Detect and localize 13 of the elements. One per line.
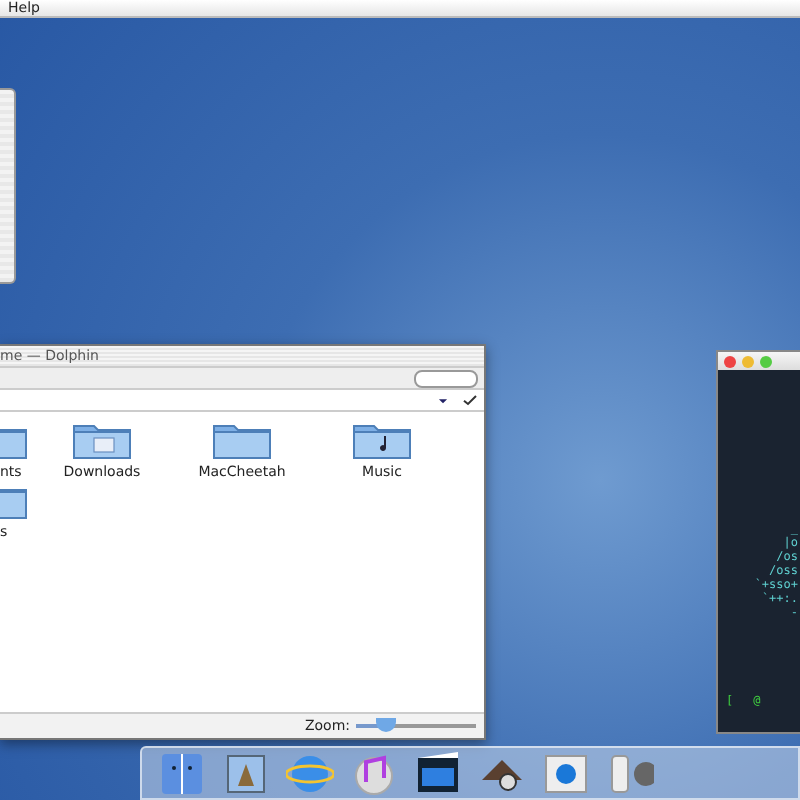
face-icon[interactable]: [158, 749, 206, 797]
view-toggle[interactable]: [414, 369, 478, 387]
folder-icon: [72, 420, 132, 460]
player-icon[interactable]: [542, 749, 590, 797]
clapperboard-icon[interactable]: [414, 749, 462, 797]
close-icon[interactable]: [724, 355, 736, 367]
folder-icon: [352, 420, 412, 460]
slider-thumb[interactable]: [376, 718, 396, 732]
checkmark-icon[interactable]: [462, 392, 478, 408]
zoom-icon[interactable]: [760, 355, 772, 367]
dropdown-icon[interactable]: [436, 393, 450, 407]
stamp-icon[interactable]: [222, 749, 270, 797]
folder-icon: [212, 420, 272, 460]
